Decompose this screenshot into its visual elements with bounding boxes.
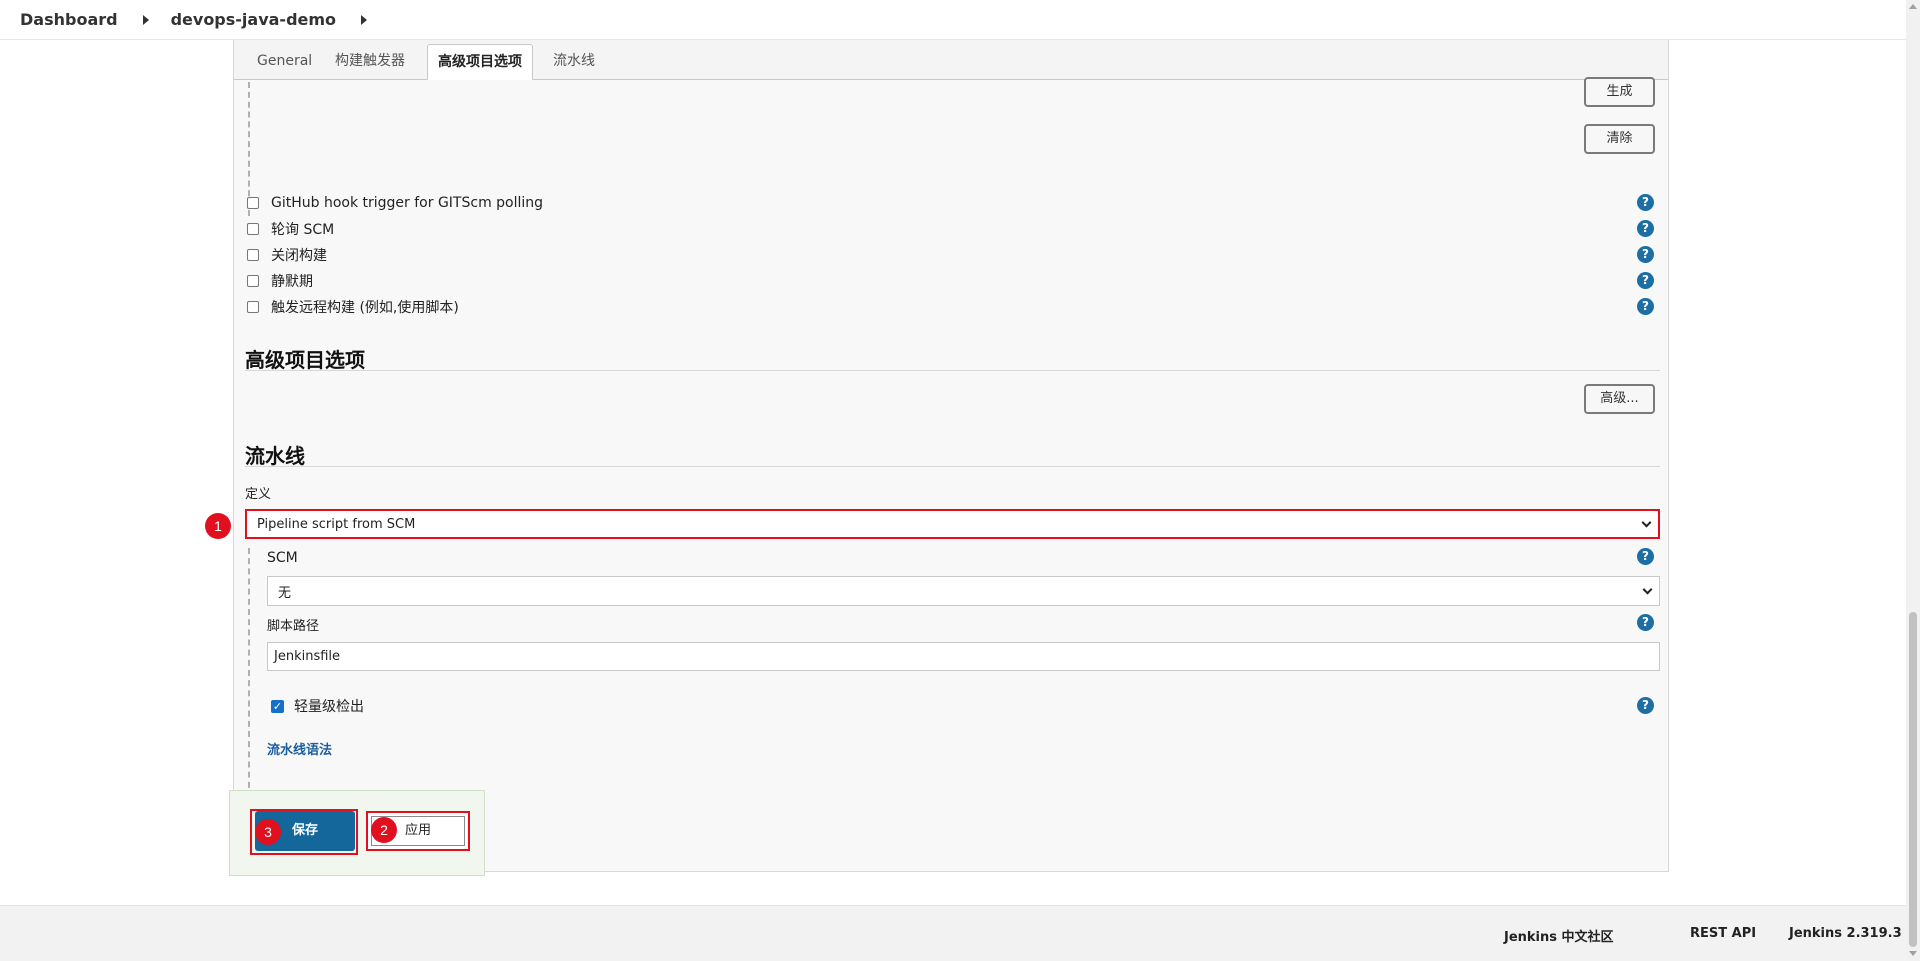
option-label: 轻量级检出: [294, 699, 364, 715]
definition-select[interactable]: Pipeline script from SCM: [245, 509, 1660, 539]
form-actions-bar: 保存 3 应用 2: [229, 790, 485, 876]
script-path-label: 脚本路径: [267, 619, 320, 634]
trigger-option-disable-build[interactable]: 关闭构建: [247, 244, 327, 266]
footer-rest-api-link[interactable]: REST API: [1690, 926, 1756, 941]
option-label: 关闭构建: [271, 248, 327, 264]
scroll-up-icon[interactable]: [1909, 4, 1917, 9]
help-icon[interactable]: ?: [1637, 697, 1654, 714]
definition-value: Pipeline script from SCM: [257, 516, 416, 532]
help-icon[interactable]: ?: [1637, 272, 1654, 289]
config-tabbar: General 构建触发器 高级项目选项 流水线: [234, 40, 1668, 80]
chevron-right-icon[interactable]: [361, 14, 368, 25]
section-divider: [245, 466, 1660, 467]
breadcrumb-dashboard[interactable]: Dashboard: [20, 10, 118, 29]
trigger-option-github-hook[interactable]: GitHub hook trigger for GITScm polling: [247, 192, 543, 214]
scroll-thumb[interactable]: [1909, 612, 1917, 947]
annotation-marker-3: 3: [255, 819, 281, 845]
section-divider: [245, 370, 1660, 371]
annotation-marker-2: 2: [371, 817, 397, 843]
chevron-right-icon[interactable]: [142, 14, 149, 25]
footer-community-link[interactable]: Jenkins 中文社区: [1504, 926, 1614, 945]
checkbox[interactable]: [247, 249, 259, 261]
trigger-option-poll-scm[interactable]: 轮询 SCM: [247, 218, 334, 240]
tab-build-triggers[interactable]: 构建触发器: [325, 44, 415, 80]
script-path-value: Jenkinsfile: [274, 649, 341, 664]
option-label: 轮询 SCM: [271, 222, 335, 238]
tab-pipeline[interactable]: 流水线: [543, 44, 605, 80]
option-label: 静默期: [271, 274, 313, 290]
checkbox[interactable]: [247, 197, 259, 209]
pipeline-heading: 流水线: [245, 444, 305, 468]
help-icon[interactable]: ?: [1637, 246, 1654, 263]
chevron-down-icon: [1642, 584, 1653, 595]
tab-general[interactable]: General: [247, 44, 322, 80]
pipeline-syntax-link[interactable]: 流水线语法: [267, 739, 332, 758]
scm-label: SCM: [267, 550, 298, 566]
config-panel: General 构建触发器 高级项目选项 流水线 生成 清除 GitHub ho…: [233, 40, 1669, 872]
script-path-input[interactable]: Jenkinsfile: [267, 642, 1660, 671]
advanced-options-heading: 高级项目选项: [245, 348, 365, 372]
definition-label: 定义: [245, 487, 272, 502]
breadcrumb: Dashboard devops-java-demo: [0, 0, 1906, 40]
option-label: GitHub hook trigger for GITScm polling: [271, 195, 544, 211]
trigger-option-remote-build[interactable]: 触发远程构建 (例如,使用脚本): [247, 296, 459, 318]
checkbox[interactable]: [247, 301, 259, 313]
page-footer: Jenkins 中文社区 REST API Jenkins 2.319.3: [0, 905, 1906, 961]
scm-select[interactable]: 无: [267, 576, 1660, 606]
breadcrumb-job[interactable]: devops-java-demo: [171, 10, 336, 29]
checkbox-checked-icon[interactable]: ✓: [271, 699, 284, 713]
checkbox[interactable]: [247, 275, 259, 287]
scroll-down-icon[interactable]: [1909, 951, 1917, 956]
help-icon[interactable]: ?: [1637, 548, 1654, 565]
help-icon[interactable]: ?: [1637, 298, 1654, 315]
advanced-button[interactable]: 高级...: [1584, 384, 1655, 414]
nested-block-indicator: [248, 548, 250, 798]
scm-value: 无: [278, 585, 292, 601]
trigger-option-quiet-period[interactable]: 静默期: [247, 270, 313, 292]
tab-advanced-options[interactable]: 高级项目选项: [427, 44, 533, 80]
help-icon[interactable]: ?: [1637, 220, 1654, 237]
generate-button[interactable]: 生成: [1584, 77, 1655, 107]
option-label: 触发远程构建 (例如,使用脚本): [271, 300, 459, 316]
annotation-marker-1: 1: [205, 513, 231, 539]
lightweight-checkout-option[interactable]: ✓ 轻量级检出: [271, 695, 364, 717]
chevron-down-icon: [1641, 517, 1652, 528]
help-icon[interactable]: ?: [1637, 194, 1654, 211]
help-icon[interactable]: ?: [1637, 614, 1654, 631]
page-scrollbar[interactable]: [1906, 0, 1920, 961]
footer-version-link[interactable]: Jenkins 2.319.3: [1789, 926, 1902, 941]
checkbox[interactable]: [247, 223, 259, 235]
clear-button[interactable]: 清除: [1584, 124, 1655, 154]
